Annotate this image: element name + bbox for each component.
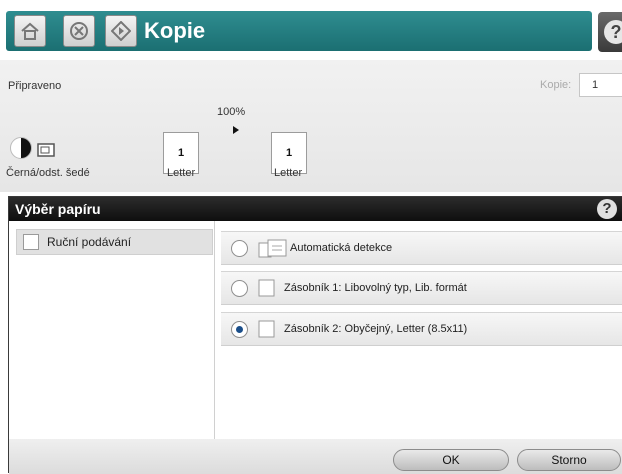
color-mode-label: Černá/odst. šedé	[6, 167, 90, 179]
ok-button[interactable]: OK	[393, 449, 509, 471]
option-label: Automatická detekce	[290, 242, 393, 254]
dialog-title: Výběr papíru	[15, 201, 101, 217]
option-radio-selected[interactable]	[231, 320, 248, 338]
copies-label: Kopie:	[540, 79, 572, 91]
option-tray-2[interactable]: Zásobník 2: Obyčejný, Letter (8.5x11)	[221, 312, 622, 346]
option-label: Zásobník 2: Obyčejný, Letter (8.5x11)	[284, 323, 468, 335]
status-panel	[0, 60, 622, 192]
color-mode-icon	[10, 137, 32, 159]
copies-input[interactable]: 1	[579, 73, 622, 97]
source-page-label: Letter	[167, 167, 196, 179]
paper-icon	[258, 320, 275, 338]
left-pane: Ruční podávání	[11, 221, 215, 439]
cancel-button[interactable]: Storno	[517, 449, 621, 471]
start-copy-button[interactable]	[105, 15, 137, 47]
status-text: Připraveno	[8, 80, 62, 92]
scale-value: 100%	[217, 106, 246, 118]
home-button[interactable]	[14, 15, 46, 47]
paper-icon	[258, 279, 275, 297]
dialog-help-icon[interactable]: ?	[597, 199, 617, 219]
scanner-icon	[37, 143, 55, 157]
option-auto-detect[interactable]: Automatická detekce	[221, 231, 622, 265]
home-icon	[21, 22, 39, 40]
help-icon: ?	[604, 20, 622, 44]
manual-feed-label: Ruční podávání	[47, 235, 132, 249]
page-title: Kopie	[144, 18, 206, 43]
option-label: Zásobník 1: Libovolný typ, Lib. formát	[284, 282, 467, 294]
auto-detect-icon	[258, 239, 287, 258]
paper-selection-dialog: Výběr papíru ? Ruční podávání Automatick…	[8, 196, 622, 474]
stop-icon	[70, 22, 88, 40]
manual-feed-checkbox[interactable]	[23, 234, 39, 250]
manual-feed-option[interactable]: Ruční podávání	[16, 229, 213, 255]
top-bar: Kopie ?	[0, 0, 622, 60]
option-tray-1[interactable]: Zásobník 1: Libovolný typ, Lib. formát	[221, 271, 622, 305]
stop-button[interactable]	[63, 15, 95, 47]
target-page-label: Letter	[274, 167, 303, 179]
arrow-right-icon	[233, 126, 239, 134]
start-icon	[111, 21, 131, 41]
dialog-header: Výběr papíru ?	[9, 197, 622, 221]
option-radio[interactable]	[231, 239, 248, 257]
option-radio[interactable]	[231, 279, 248, 297]
help-button[interactable]: ?	[598, 12, 622, 52]
